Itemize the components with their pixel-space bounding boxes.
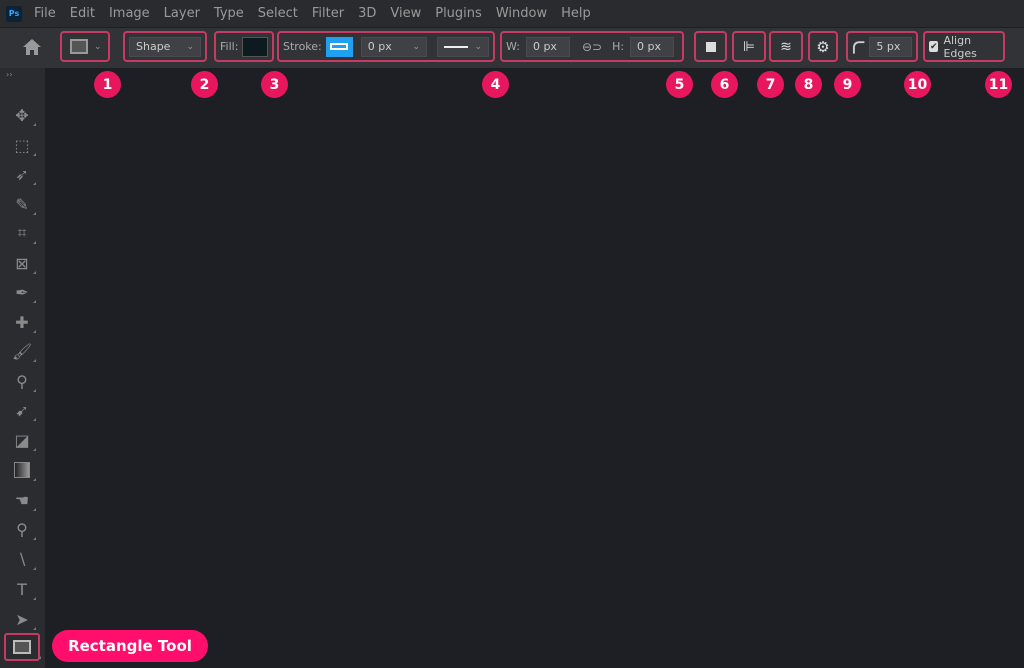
width-input[interactable]: 0 px xyxy=(525,36,570,57)
shape-mode-box: Shape ⌄ xyxy=(123,31,207,62)
callout-badge-2: 2 xyxy=(191,71,218,98)
width-value: 0 px xyxy=(532,40,557,53)
height-label: H: xyxy=(612,40,625,53)
stroke-width-input[interactable]: 0 px ⌄ xyxy=(360,36,427,57)
align-edges-label: Align Edges xyxy=(943,33,977,60)
callout-badge-6: 6 xyxy=(711,71,738,98)
callout-badge-10: 10 xyxy=(904,71,931,98)
fill-label: Fill: xyxy=(220,40,239,53)
stamp-tool-icon[interactable]: ⚲ xyxy=(11,370,36,392)
eraser-tool-icon[interactable]: ◪ xyxy=(11,429,36,451)
callout-badge-7: 7 xyxy=(757,71,784,98)
options-bar: ⌄ Shape ⌄ Fill: Stroke: 0 px ⌄ ⌄ W: 0 px ⊖… xyxy=(0,28,1024,68)
layers-arrange-icon: ≋ xyxy=(780,38,792,55)
brush-tool-icon[interactable]: 🖌 xyxy=(11,340,36,362)
stroke-box: Stroke: 0 px ⌄ ⌄ xyxy=(277,31,495,62)
chevron-down-icon: ⌄ xyxy=(186,41,194,52)
callout-badge-3: 3 xyxy=(261,71,288,98)
chevron-down-icon: ⌄ xyxy=(412,41,420,52)
stroke-label: Stroke: xyxy=(283,40,322,53)
rectangle-tool-label: Rectangle Tool xyxy=(52,630,208,662)
path-selection-tool-icon[interactable]: ➤ xyxy=(11,608,36,630)
menu-help[interactable]: Help xyxy=(561,6,591,21)
marquee-tool-icon[interactable]: ⬚ xyxy=(11,134,36,156)
pen-tool-icon[interactable]: ∖ xyxy=(11,548,36,570)
rectangle-preset-icon xyxy=(70,39,88,54)
link-icon[interactable]: ⊖⊃ xyxy=(582,40,602,54)
dodge-tool-icon[interactable]: ⚲ xyxy=(11,518,36,540)
quick-selection-tool-icon[interactable]: ✎ xyxy=(11,193,36,215)
shape-mode-value: Shape xyxy=(136,40,171,53)
menu-plugins[interactable]: Plugins xyxy=(435,6,482,21)
callout-badge-8: 8 xyxy=(795,71,822,98)
stroke-line-icon xyxy=(444,45,469,48)
smudge-tool-icon[interactable]: ☚ xyxy=(11,489,36,511)
gear-icon: ⚙ xyxy=(816,37,830,56)
align-left-icon: ⊫ xyxy=(742,38,756,55)
photoshop-logo: Ps xyxy=(6,5,22,22)
menu-filter[interactable]: Filter xyxy=(312,6,344,21)
height-input[interactable]: 0 px xyxy=(630,36,675,57)
corner-radius-box: 5 px xyxy=(846,31,918,62)
stroke-type-dropdown[interactable]: ⌄ xyxy=(437,36,489,57)
menu-select[interactable]: Select xyxy=(258,6,298,21)
corner-radius-value: 5 px xyxy=(876,40,901,53)
menu-image[interactable]: Image xyxy=(109,6,150,21)
healing-tool-icon[interactable]: ✚ xyxy=(11,311,36,333)
shape-mode-dropdown[interactable]: Shape ⌄ xyxy=(129,36,201,57)
menu-window[interactable]: Window xyxy=(496,6,547,21)
menu-layer[interactable]: Layer xyxy=(164,6,200,21)
gradient-tool-icon[interactable] xyxy=(11,459,36,481)
stroke-color-swatch[interactable] xyxy=(325,36,353,57)
collapse-panel-icon[interactable]: ›› xyxy=(6,70,12,79)
menu-view[interactable]: View xyxy=(390,6,421,21)
callout-badge-9: 9 xyxy=(834,71,861,98)
size-box: W: 0 px ⊖⊃ H: 0 px xyxy=(500,31,684,62)
fill-color-swatch[interactable] xyxy=(242,36,268,57)
menu-3d[interactable]: 3D xyxy=(358,6,376,21)
lasso-tool-icon[interactable]: ➶ xyxy=(11,163,36,185)
crop-tool-icon[interactable]: ⌗ xyxy=(11,222,36,244)
menu-bar: Ps File Edit Image Layer Type Select Fil… xyxy=(0,0,1024,27)
callout-badge-1: 1 xyxy=(94,71,121,98)
stroke-width-value: 0 px xyxy=(367,40,392,53)
type-tool-icon[interactable]: T xyxy=(11,578,36,600)
chevron-down-icon: ⌄ xyxy=(474,41,482,52)
tool-preset-picker[interactable]: ⌄ xyxy=(60,31,110,62)
menu-type[interactable]: Type xyxy=(214,6,244,21)
path-operations-icon xyxy=(705,41,716,52)
eyedropper-tool-icon[interactable]: ✒ xyxy=(11,281,36,303)
home-icon[interactable] xyxy=(22,37,42,57)
height-value: 0 px xyxy=(637,40,662,53)
frame-tool-icon[interactable]: ⊠ xyxy=(11,252,36,274)
corner-radius-icon xyxy=(852,40,865,54)
move-tool-icon[interactable]: ✥ xyxy=(11,104,36,126)
path-operations-button[interactable] xyxy=(694,31,727,62)
menu-file[interactable]: File xyxy=(34,6,56,21)
menu-edit[interactable]: Edit xyxy=(70,6,95,21)
rectangle-tool-icon[interactable] xyxy=(4,633,41,661)
settings-button[interactable]: ⚙ xyxy=(808,31,838,62)
align-edges-box: ✔ Align Edges xyxy=(923,31,1005,62)
align-edges-checkbox[interactable]: ✔ xyxy=(929,41,939,52)
callout-badge-5: 5 xyxy=(666,71,693,98)
callout-badge-11: 11 xyxy=(985,71,1012,98)
path-alignment-button[interactable]: ⊫ xyxy=(732,31,766,62)
fill-box: Fill: xyxy=(214,31,274,62)
path-arrangement-button[interactable]: ≋ xyxy=(769,31,803,62)
width-label: W: xyxy=(506,40,520,53)
chevron-down-icon: ⌄ xyxy=(94,41,102,52)
history-brush-tool-icon[interactable]: ➹ xyxy=(11,399,36,421)
callout-badge-4: 4 xyxy=(482,71,509,98)
corner-radius-input[interactable]: 5 px xyxy=(869,36,912,57)
